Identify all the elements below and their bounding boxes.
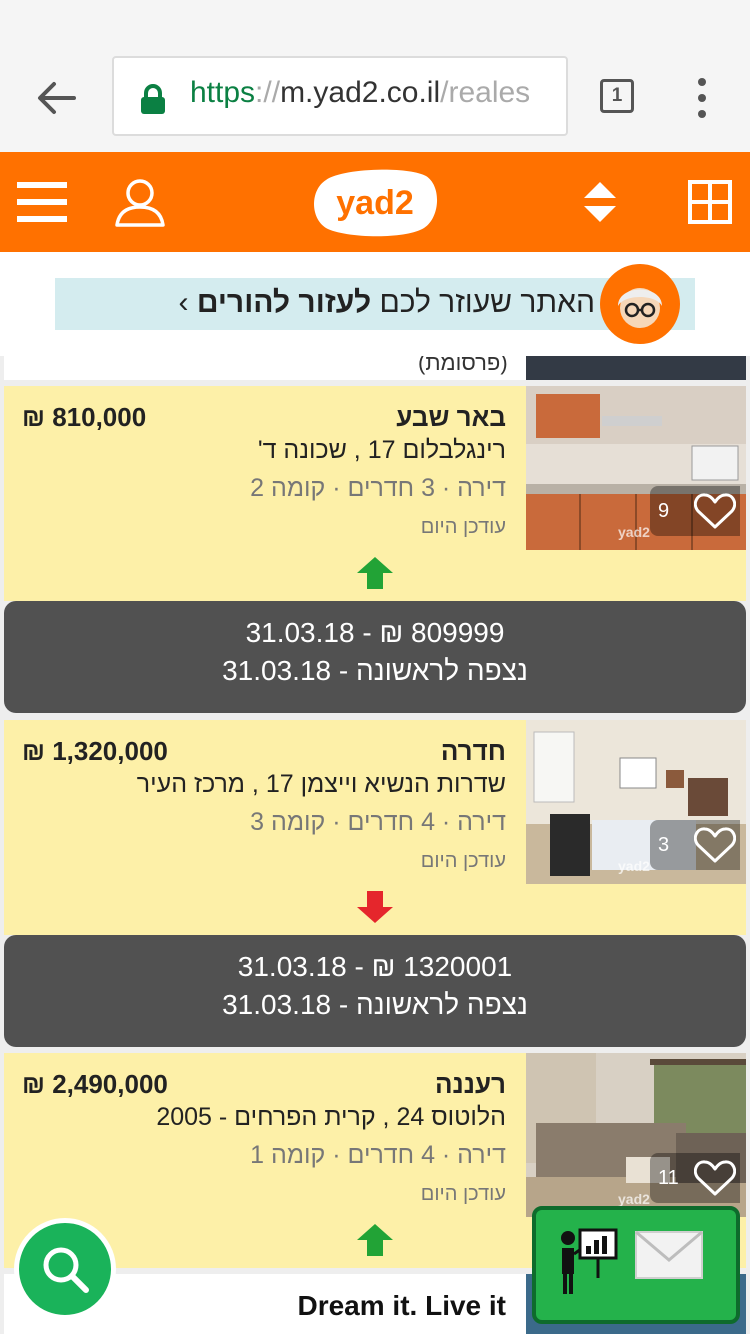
heart-icon [693,1159,737,1197]
user-account-icon[interactable] [110,152,170,252]
listing-address: שדרות הנשיא וייצמן 17 , מרכז העיר [136,770,506,798]
browser-toolbar: https://m.yad2.co.il/reales 1 [0,40,750,152]
listing-photo[interactable]: yad2 11 [526,1053,746,1217]
listing-details: דירה · 4 חדרים · קומה 3 [250,808,506,836]
listing-updated: עודכן היום [420,850,506,872]
listing-card[interactable]: yad2 3 חדרה 1,320,000 ₪ שדרות הנשיא וייצ… [4,720,746,935]
listing-card[interactable]: yad2 9 באר שבע 810,000 ₪ רינגלבלום 17 , … [4,386,746,601]
price-up-arrow-icon[interactable] [356,1223,394,1257]
search-button[interactable] [14,1218,116,1320]
url-path: /reales [440,76,531,109]
ad-banner[interactable]: האתר שעוזר לכם לעזור להורים › [55,278,695,330]
search-icon [43,1247,89,1293]
photo-watermark: yad2 [618,858,650,874]
listing-city: רעננה [434,1069,506,1099]
price-down-arrow-icon[interactable] [356,890,394,924]
history-first-seen: נצפה לראשונה - 31.03.18 [222,989,528,1020]
overflow-menu-icon[interactable] [690,76,714,120]
ad-text-bold: לעזור להורים [196,286,372,319]
listings-feed[interactable]: (פרסומת) yad2 9 באר שבע 810,000 ₪ רינגלב… [0,356,750,1334]
url-text: https://m.yad2.co.il/reales [190,76,530,110]
listing-city: חדרה [440,736,506,766]
favorite-count: 11 [658,1167,679,1189]
url-scheme: https [190,76,256,109]
back-arrow-icon[interactable] [30,72,82,124]
history-first-seen: נצפה לראשונה - 31.03.18 [222,655,528,686]
ad-strip: האתר שעוזר לכם לעזור להורים › [0,252,750,356]
ad-text-regular: האתר שעוזר לכם [371,286,595,319]
listing-price: 2,490,000 ₪ [22,1069,168,1099]
url-separator: :// [255,76,281,109]
listing-details: דירה · 3 חדרים · קומה 2 [250,474,506,502]
envelope-icon [635,1230,703,1279]
favorite-button[interactable]: 3 [650,820,740,870]
photo-watermark: yad2 [618,524,650,540]
ad-label: (פרסומת) [418,356,508,375]
price-up-arrow-icon[interactable] [356,556,394,590]
photo-watermark: yad2 [618,1191,650,1207]
status-bar-area [0,0,750,40]
favorite-count: 3 [658,834,670,856]
promo-title: Dream it. Live it [297,1290,506,1321]
logo-text: yad2 [336,184,414,222]
history-price: 809999 ₪ - 31.03.18 [245,617,505,648]
contact-widget-button[interactable] [532,1206,740,1324]
listing-price: 1,320,000 ₪ [22,736,168,766]
presentation-icon [561,1228,618,1294]
listing-photo[interactable]: yad2 3 [526,720,746,884]
grid-view-icon[interactable] [686,152,734,252]
price-history-panel: 809999 ₪ - 31.03.18 נצפה לראשונה - 31.03… [4,601,746,713]
sort-icon[interactable] [578,152,622,252]
price-history-panel: 1320001 ₪ - 31.03.18 נצפה לראשונה - 31.0… [4,935,746,1047]
favorite-count: 9 [658,500,670,522]
tab-switcher-button[interactable]: 1 [600,79,634,113]
history-price: 1320001 ₪ - 31.03.18 [237,951,513,982]
listing-details: דירה · 4 חדרים · קומה 1 [250,1141,506,1169]
yad2-logo[interactable]: yad2 [308,166,442,238]
app-header: yad2 [0,152,750,252]
listing-photo[interactable]: yad2 9 [526,386,746,550]
listing-price: 810,000 ₪ [22,402,147,432]
heart-icon [693,492,737,530]
url-host: m.yad2.co.il [280,76,441,109]
ad-text: האתר שעוזר לכם לעזור להורים › [179,286,595,320]
promoted-listing-partial[interactable]: (פרסומת) [4,356,746,380]
ad-chevron: › [178,286,189,319]
hamburger-menu-icon[interactable] [12,152,72,252]
favorite-button[interactable]: 11 [650,1153,740,1203]
listing-updated: עודכן היום [420,516,506,538]
listing-address: רינגלבלום 17 , שכונה ד' [257,436,506,464]
listing-photo [526,356,746,380]
favorite-button[interactable]: 9 [650,486,740,536]
listing-updated: עודכן היום [420,1183,506,1205]
heart-icon [693,826,737,864]
listing-city: באר שבע [396,402,506,432]
address-bar[interactable]: https://m.yad2.co.il/reales [112,56,568,136]
lock-icon [140,84,166,114]
listing-address: הלוטוס 24 , קרית הפרחים - 2005 [156,1103,506,1131]
ad-grandma-icon [600,264,680,344]
